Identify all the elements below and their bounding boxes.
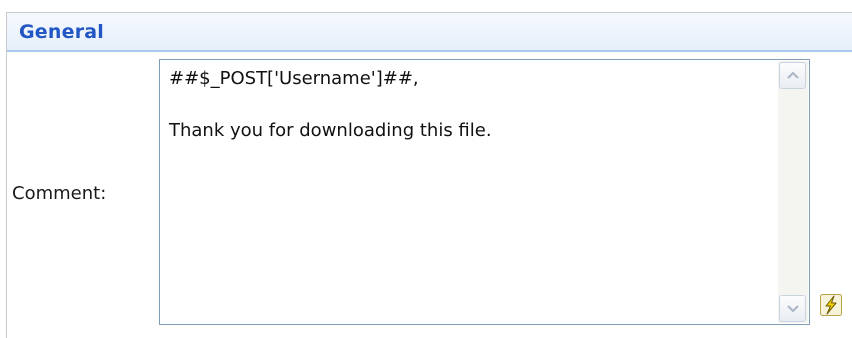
section-header: General	[7, 13, 852, 52]
lightning-bolt-icon	[820, 294, 842, 316]
chevron-up-icon	[787, 71, 799, 79]
insert-macro-button[interactable]	[819, 293, 843, 317]
scroll-up-button[interactable]	[779, 62, 806, 89]
comment-label: Comment:	[12, 183, 107, 204]
chevron-down-icon	[787, 305, 799, 313]
comment-text[interactable]: ##$_POST['Username']##, Thank you for do…	[169, 66, 773, 320]
section-title: General	[19, 21, 104, 43]
vertical-scrollbar[interactable]	[778, 61, 808, 323]
scroll-down-button[interactable]	[779, 295, 806, 322]
comment-textarea[interactable]: ##$_POST['Username']##, Thank you for do…	[159, 59, 810, 325]
general-panel: General Comment: ##$_POST['Username']##,…	[6, 12, 852, 338]
